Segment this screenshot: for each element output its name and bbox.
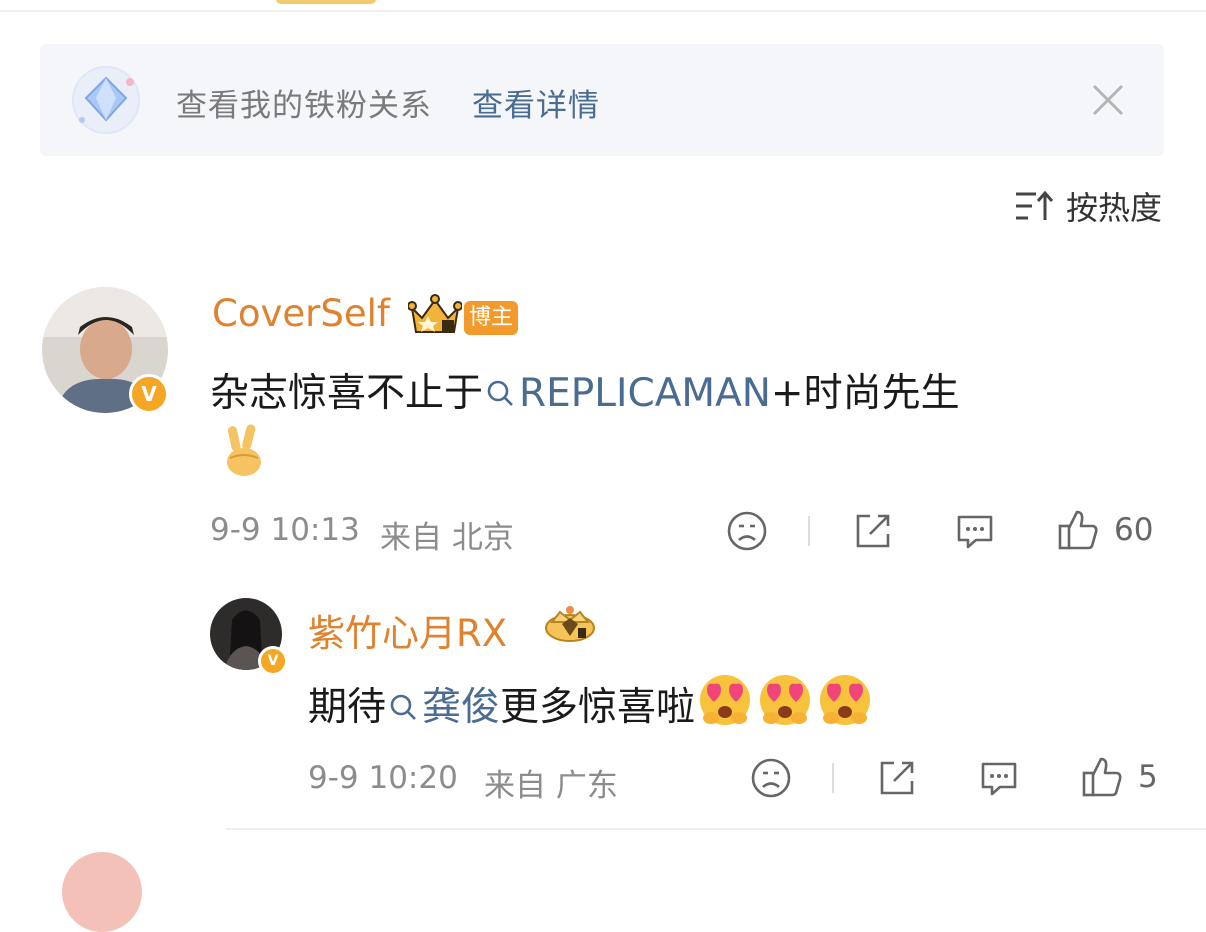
share-button[interactable]	[852, 510, 894, 552]
reply-username[interactable]: 紫竹心月RX	[308, 603, 507, 657]
frown-icon	[751, 758, 791, 798]
top-tab-indicator	[276, 0, 376, 4]
like-count: 5	[1138, 759, 1158, 795]
vip-crown-icon	[545, 606, 595, 642]
victory-hand-emoji-icon	[227, 424, 261, 476]
verified-badge-icon: V	[258, 646, 288, 676]
sort-label: 按热度	[1065, 189, 1162, 227]
top-divider	[0, 0, 1206, 12]
share-button[interactable]	[876, 757, 918, 799]
heart-eyes-emoji-icon	[820, 675, 871, 725]
comment-timestamp: 9-9 10:13	[210, 512, 360, 548]
crown-icon	[408, 294, 462, 333]
reply-location: 来自 广东	[484, 768, 618, 804]
share-icon	[880, 761, 914, 795]
next-comment-avatar[interactable]	[62, 852, 142, 932]
heart-eyes-emoji-icon	[700, 675, 751, 725]
reply-text: 期待 龚俊更多惊喜啦	[308, 672, 875, 732]
thumbs-up-icon	[1058, 510, 1098, 550]
share-icon	[856, 514, 890, 548]
reply-timestamp: 9-9 10:20	[308, 760, 458, 796]
iron-fan-banner[interactable]: 查看我的铁粉关系 查看详情	[40, 44, 1164, 156]
comment-username[interactable]: CoverSelf	[212, 292, 390, 335]
blogger-badge: 博主	[464, 301, 518, 335]
close-icon[interactable]	[1090, 82, 1126, 118]
reply-text-prefix: 期待	[308, 685, 387, 730]
topic-link[interactable]: REPLICAMAN	[519, 371, 771, 416]
topic-link[interactable]: 龚俊	[422, 685, 500, 730]
dislike-button[interactable]	[750, 757, 792, 799]
banner-details-link[interactable]: 查看详情	[472, 80, 600, 125]
reply-text-suffix: 更多惊喜啦	[500, 685, 696, 730]
dislike-button[interactable]	[726, 510, 768, 552]
sort-icon	[1015, 190, 1054, 220]
search-icon	[390, 694, 416, 720]
comment-text: 杂志惊喜不止于 REPLICAMAN+时尚先生	[210, 362, 960, 418]
comment-text-suffix: +时尚先生	[770, 371, 960, 416]
reply-button[interactable]	[954, 510, 996, 552]
banner-text: 查看我的铁粉关系	[176, 88, 432, 124]
reply-button[interactable]	[978, 757, 1020, 799]
verified-badge-icon: V	[129, 374, 169, 414]
comment-icon	[981, 762, 1017, 796]
diamond-icon	[72, 66, 140, 134]
comment-location: 来自 北京	[380, 520, 514, 556]
comment-text-prefix: 杂志惊喜不止于	[210, 371, 484, 416]
action-divider	[832, 763, 834, 793]
sort-by-hot-button[interactable]: 按热度	[1014, 184, 1162, 228]
heart-eyes-emoji-icon	[760, 675, 811, 725]
like-button[interactable]: 60	[1056, 508, 1153, 552]
comment-icon	[957, 515, 993, 549]
like-button[interactable]: 5	[1080, 755, 1158, 799]
thumbs-up-icon	[1082, 757, 1122, 797]
comment-divider	[226, 828, 1206, 830]
like-count: 60	[1114, 512, 1154, 548]
action-divider	[808, 516, 810, 546]
search-icon	[487, 380, 513, 406]
frown-icon	[727, 511, 767, 551]
